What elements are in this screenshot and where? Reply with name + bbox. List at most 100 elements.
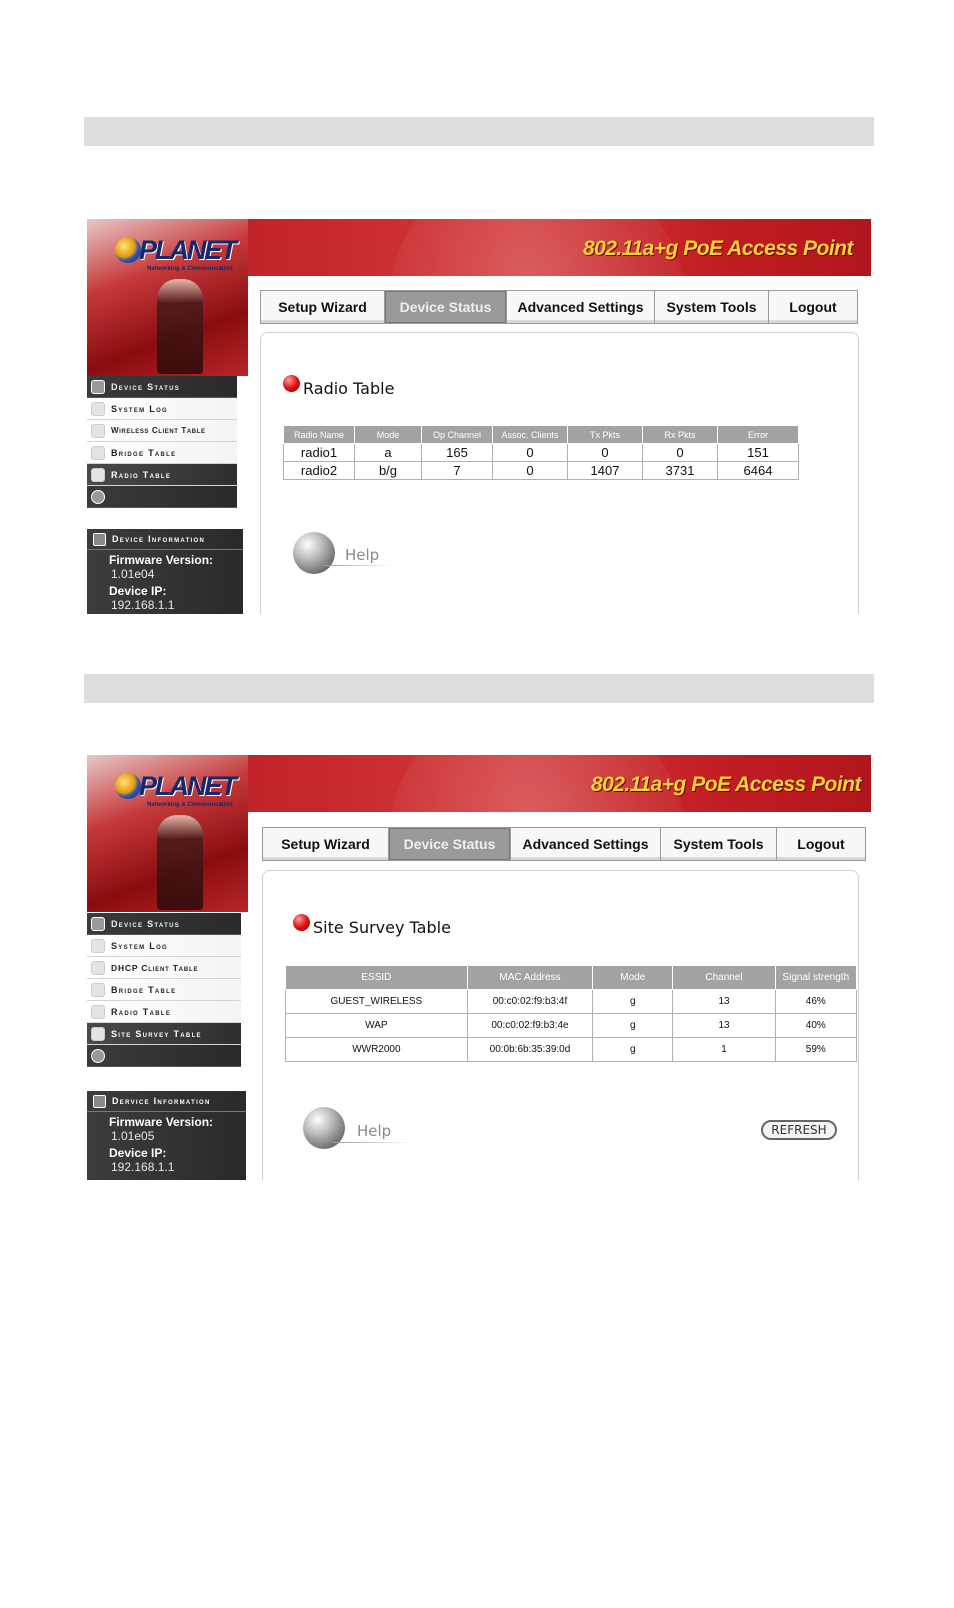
col-header: Channel [672, 965, 776, 990]
tab-device-status[interactable]: Device Status [388, 827, 510, 861]
table-cell: 3731 [642, 461, 718, 480]
sidebar-item-system-log[interactable]: System Log [87, 935, 241, 957]
tab-setup-wizard[interactable]: Setup Wizard [262, 827, 388, 861]
sidebar-item-bridge-table[interactable]: Bridge Table [87, 979, 241, 1001]
product-title: 802.11a+g PoE Access Point [582, 237, 854, 260]
circle-bullet-icon [91, 1048, 105, 1063]
section-title: Site Survey Table [293, 914, 451, 937]
help-link[interactable]: Help [357, 1122, 391, 1140]
table-cell: 00:c0:02:f9:b3:4e [466, 1013, 594, 1038]
table-cell: radio1 [283, 443, 355, 462]
table-cell: WAP [285, 1013, 468, 1038]
sidebar-item-dhcp-client-table[interactable]: DHCP Client Table [87, 957, 241, 979]
square-bullet-icon [91, 467, 105, 482]
col-header: Op Channel [421, 425, 493, 444]
square-bullet-icon [91, 1026, 105, 1041]
table-cell: WWR2000 [285, 1037, 468, 1062]
logo-text: PLANET [139, 235, 237, 265]
sidebar-item-system-log[interactable]: System Log [87, 398, 237, 420]
square-bullet-icon [91, 423, 105, 438]
firmware-value: 1.01e05 [111, 1129, 155, 1143]
tab-logout[interactable]: Logout [776, 827, 866, 861]
sidebar-item-label: Bridge Table [111, 447, 177, 458]
sidebar-item-radio-table[interactable]: Radio Table [87, 1001, 241, 1023]
radio-table: Radio Name Mode Op Channel Assoc. Client… [283, 425, 799, 480]
sidebar-spacer [87, 1045, 241, 1067]
col-header: Rx Pkts [642, 425, 718, 444]
table-cell: 6464 [717, 461, 799, 480]
red-bullet-icon [283, 375, 300, 392]
table-row[interactable]: GUEST_WIRELESS 00:c0:02:f9:b3:4f g 13 46… [285, 989, 858, 1014]
table-cell: 13 [672, 1013, 776, 1038]
tab-device-status[interactable]: Device Status [384, 290, 506, 324]
firmware-value: 1.01e04 [111, 567, 155, 581]
product-title: 802.11a+g PoE Access Point [590, 773, 862, 796]
circle-bullet-icon [91, 489, 105, 504]
red-bullet-icon [293, 914, 310, 931]
tab-advanced-settings[interactable]: Advanced Settings [506, 290, 654, 324]
col-header: Mode [592, 965, 674, 990]
col-header: Signal strength [774, 965, 858, 990]
tab-system-tools[interactable]: System Tools [654, 290, 768, 324]
col-header: Mode [354, 425, 422, 444]
sidebar-item-device-status[interactable]: Device Status [87, 913, 241, 935]
table-cell: radio2 [283, 461, 355, 480]
sidebar-item-label: Device Status [111, 918, 181, 929]
tab-setup-wizard[interactable]: Setup Wizard [260, 290, 384, 324]
table-cell: 0 [492, 461, 568, 480]
table-header-row: ESSID MAC Address Mode Channel Signal st… [285, 965, 858, 990]
section-title-text: Site Survey Table [313, 918, 451, 937]
table-cell: g [592, 1013, 674, 1038]
logo-subtitle: Networking & Communication [147, 802, 233, 808]
help-link[interactable]: Help [345, 546, 379, 564]
device-ip-label: Device IP: [109, 584, 167, 598]
col-header: Assoc. Clients [492, 425, 568, 444]
sidebar-item-site-survey-table[interactable]: Site Survey Table [87, 1023, 241, 1045]
table-cell: 59% [774, 1037, 858, 1062]
device-ip-value: 192.168.1.1 [111, 598, 175, 612]
table-cell: a [354, 443, 422, 462]
table-cell: 1 [672, 1037, 776, 1062]
sidebar-item-label: Wireless Client Table [111, 426, 206, 435]
col-header: MAC Address [466, 965, 594, 990]
sidebar-item-label: DHCP Client Table [111, 962, 199, 973]
sidebar-item-label: Bridge Table [111, 984, 177, 995]
tab-advanced-settings[interactable]: Advanced Settings [510, 827, 660, 861]
square-bullet-icon [91, 916, 105, 931]
screenshot-site-survey: 802.11a+g PoE Access Point PLANET Networ… [87, 755, 871, 1180]
col-header: Error [717, 425, 799, 444]
sidebar-item-label: Device Status [111, 381, 181, 392]
table-cell: 46% [774, 989, 858, 1014]
sidebar-item-bridge-table[interactable]: Bridge Table [87, 442, 237, 464]
sidebar-item-device-status[interactable]: Device Status [87, 376, 237, 398]
help-ball-icon[interactable] [293, 532, 335, 574]
logo-text: PLANET [139, 771, 237, 801]
person-graphic [157, 815, 203, 910]
device-info-title: Device Information [112, 534, 206, 544]
tab-system-tools[interactable]: System Tools [660, 827, 776, 861]
help-underline [333, 1142, 411, 1143]
device-info-panel: Dervice Information Firmware Version: 1.… [87, 1091, 246, 1180]
table-cell: 7 [421, 461, 493, 480]
table-cell: g [592, 989, 674, 1014]
sidebar-nav: Device Status System Log Wireless Client… [87, 376, 248, 508]
person-graphic [157, 279, 203, 374]
section-bar-middle [84, 674, 874, 703]
device-ip-label: Device IP: [109, 1146, 167, 1160]
firmware-label: Firmware Version: [109, 553, 214, 567]
sidebar-item-radio-table[interactable]: Radio Table [87, 464, 237, 486]
table-cell: b/g [354, 461, 422, 480]
table-cell: 13 [672, 989, 776, 1014]
main-panel: Setup Wizard Device Status Advanced Sett… [248, 276, 871, 614]
logo-subtitle: Networking & Communication [147, 266, 233, 272]
table-row[interactable]: WAP 00:c0:02:f9:b3:4e g 13 40% [285, 1013, 858, 1038]
table-row[interactable]: WWR2000 00:0b:6b:35:39:0d g 1 59% [285, 1037, 858, 1062]
refresh-button[interactable]: REFRESH [761, 1120, 837, 1140]
table-cell: GUEST_WIRELESS [285, 989, 468, 1014]
table-cell: 0 [642, 443, 718, 462]
top-tabs: Setup Wizard Device Status Advanced Sett… [262, 827, 866, 861]
sidebar-item-wireless-client-table[interactable]: Wireless Client Table [87, 420, 237, 442]
square-bullet-icon [91, 960, 105, 975]
tab-logout[interactable]: Logout [768, 290, 858, 324]
square-bullet-icon [91, 379, 105, 394]
